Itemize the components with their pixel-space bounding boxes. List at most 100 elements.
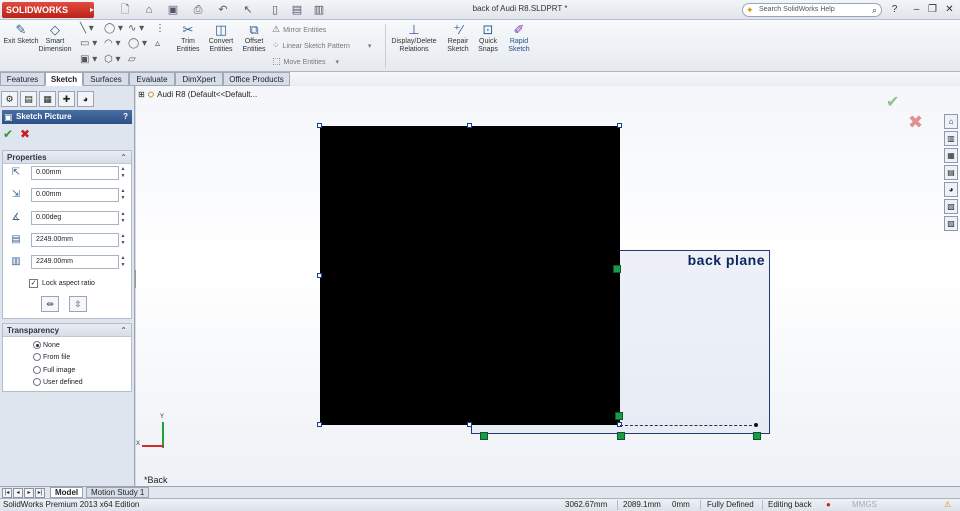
- radio-user-defined[interactable]: [33, 378, 41, 386]
- radio-full-image[interactable]: [33, 366, 41, 374]
- restore-icon[interactable]: ❐: [926, 3, 939, 16]
- slot-tool-icon[interactable]: ▣ ▾: [80, 54, 97, 66]
- display-style-icon[interactable]: ◰: [536, 86, 545, 87]
- zoom-to-area-icon[interactable]: ⊗: [462, 86, 470, 87]
- display-delete-relations-button[interactable]: ⊥ Display/Delete Relations: [390, 22, 438, 70]
- spline-tool-icon[interactable]: ∿ ▾: [128, 23, 144, 35]
- resize-handle-tr[interactable]: [617, 123, 622, 128]
- resize-handle-tl[interactable]: [317, 123, 322, 128]
- rapid-sketch-button[interactable]: ✐ Rapid Sketch: [501, 22, 537, 70]
- close-view-icon[interactable]: ✕: [922, 86, 934, 88]
- rebuild-icon[interactable]: ▯: [268, 3, 282, 17]
- edit-appearance-icon[interactable]: ●: [580, 86, 586, 87]
- relation-marker[interactable]: [613, 265, 621, 273]
- circle-tool-icon[interactable]: ◯ ▾: [104, 23, 123, 35]
- relation-marker[interactable]: [480, 432, 488, 440]
- zoom-to-fit-icon[interactable]: ⊕: [446, 86, 454, 87]
- exit-sketch-button[interactable]: ✎ Exit Sketch: [3, 22, 39, 70]
- appearances-icon[interactable]: ◕: [944, 182, 958, 197]
- x-origin-spinner[interactable]: ▲ ▼: [119, 166, 127, 180]
- search-go-icon[interactable]: ⌕: [872, 4, 877, 16]
- tab-evaluate[interactable]: Evaluate: [129, 72, 175, 86]
- convert-entities-button[interactable]: ◫ Convert Entities: [203, 22, 239, 70]
- collapse-icon[interactable]: ⌃: [120, 151, 127, 164]
- minimize-icon[interactable]: –: [910, 3, 923, 16]
- relation-marker[interactable]: [753, 432, 761, 440]
- feature-manager-icon[interactable]: ⚙: [1, 91, 18, 107]
- file-explorer-icon[interactable]: ▦: [944, 148, 958, 163]
- dimxpert-manager-icon[interactable]: ✚: [58, 91, 75, 107]
- close-icon[interactable]: ✕: [943, 3, 956, 16]
- maximize-view-icon[interactable]: ▢: [906, 86, 918, 88]
- rebuild-status-icon[interactable]: ●: [826, 499, 831, 511]
- status-units[interactable]: MMGS: [852, 499, 877, 511]
- properties-group-header[interactable]: Properties ⌃: [3, 151, 131, 164]
- line-tool-icon[interactable]: ╲ ▾: [80, 23, 94, 35]
- radio-from-file[interactable]: [33, 353, 41, 361]
- view-orientation-icon[interactable]: ▣: [516, 86, 525, 87]
- y-origin-spinner[interactable]: ▲ ▼: [119, 188, 127, 202]
- flyout-feature-tree[interactable]: ⊞ ⛭ Audi R8 (Default<<Default...: [138, 90, 257, 100]
- smart-dimension-button[interactable]: ◇ Smart Dimension: [37, 22, 73, 70]
- lock-aspect-checkbox[interactable]: ✓: [29, 279, 38, 288]
- options-icon[interactable]: ▥: [312, 3, 326, 17]
- hide-show-icon[interactable]: ⊛: [558, 86, 566, 87]
- mirror-entities-button[interactable]: ⚠ Mirror Entities: [272, 24, 326, 36]
- sketch-picture-image[interactable]: [320, 126, 620, 425]
- notification-icon[interactable]: ⚠: [944, 499, 951, 511]
- flip-horizontal-icon[interactable]: ⇹: [41, 296, 59, 312]
- relation-marker[interactable]: [617, 432, 625, 440]
- offset-entities-button[interactable]: ⧉ Offset Entities: [236, 22, 272, 70]
- new-document-icon[interactable]: 🗋: [118, 3, 132, 17]
- resize-handle-bm[interactable]: [467, 422, 472, 427]
- solidworks-resources-icon[interactable]: ⌂: [944, 114, 958, 129]
- design-library-icon[interactable]: ▥: [944, 131, 958, 146]
- ellipse-tool-icon[interactable]: ◯ ▾: [128, 38, 147, 50]
- cancel-x-icon[interactable]: ✖: [20, 127, 30, 141]
- x-origin-field[interactable]: 0.00mm: [31, 166, 119, 180]
- file-properties-icon[interactable]: ▤: [290, 3, 304, 17]
- tab-motion-study[interactable]: Motion Study 1: [86, 487, 150, 498]
- confirm-corner-ok-icon[interactable]: ✔: [886, 92, 899, 112]
- section-view-icon[interactable]: ◨: [496, 86, 505, 87]
- next-tab-icon[interactable]: ▸: [24, 488, 34, 498]
- tile-icon[interactable]: ▣: [874, 86, 886, 88]
- view-palette-icon[interactable]: ▤: [944, 165, 958, 180]
- move-entities-button[interactable]: ⬚ Move Entities ▾: [272, 56, 339, 68]
- flip-vertical-icon[interactable]: ⇳: [69, 296, 87, 312]
- width-spinner[interactable]: ▲ ▼: [119, 233, 127, 247]
- angle-spinner[interactable]: ▲ ▼: [119, 211, 127, 225]
- height-field[interactable]: 2249.00mm: [31, 255, 119, 269]
- transparency-group-header[interactable]: Transparency ⌃: [3, 324, 131, 337]
- rectangle-tool-icon[interactable]: ▭ ▾: [80, 38, 97, 50]
- apply-scene-icon[interactable]: ●: [598, 86, 604, 87]
- width-field[interactable]: 2249.00mm: [31, 233, 119, 247]
- linear-pattern-button[interactable]: ⁘ Linear Sketch Pattern ▾: [272, 40, 371, 52]
- tab-model[interactable]: Model: [50, 487, 84, 498]
- tab-dimxpert[interactable]: DimXpert: [175, 72, 223, 86]
- tab-office-products[interactable]: Office Products: [223, 72, 290, 86]
- tab-features[interactable]: Features: [0, 72, 45, 86]
- property-manager-icon[interactable]: ▤: [20, 91, 37, 107]
- forum-icon[interactable]: ▨: [944, 216, 958, 231]
- relation-marker[interactable]: [615, 412, 623, 420]
- help-button[interactable]: ?: [123, 110, 128, 124]
- text-tool-icon[interactable]: ⋮: [155, 23, 165, 35]
- trim-entities-button[interactable]: ✂ Trim Entities: [170, 22, 206, 70]
- resize-handle-ml[interactable]: [317, 273, 322, 278]
- resize-handle-tm[interactable]: [467, 123, 472, 128]
- prev-tab-icon[interactable]: ◂: [13, 488, 23, 498]
- sketch-point[interactable]: [754, 423, 758, 427]
- logo-menu-arrow-icon[interactable]: ▸: [90, 2, 100, 18]
- arc-tool-icon[interactable]: ◠ ▾: [104, 38, 121, 50]
- angle-field[interactable]: 0.00deg: [31, 211, 119, 225]
- ok-check-icon[interactable]: ✔: [3, 127, 13, 141]
- plane-tool-icon[interactable]: ▱: [128, 54, 136, 66]
- y-origin-field[interactable]: 0.00mm: [31, 188, 119, 202]
- display-manager-icon[interactable]: ◕: [77, 91, 94, 107]
- solidworks-logo[interactable]: SOLIDWORKS ▸: [2, 2, 94, 18]
- configuration-manager-icon[interactable]: ▦: [39, 91, 56, 107]
- tab-surfaces[interactable]: Surfaces: [83, 72, 129, 86]
- graphics-area[interactable]: 3S ⊞⛭Audi R8 (Default<<Default... ⊕ ⊗ ↺ …: [136, 86, 960, 486]
- save-icon[interactable]: ▣: [166, 3, 180, 17]
